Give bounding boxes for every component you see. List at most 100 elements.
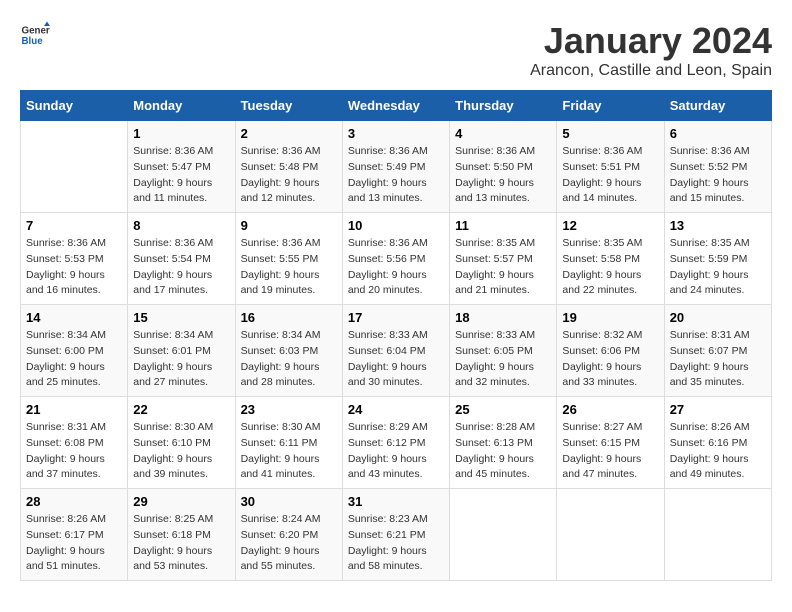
day-number: 2 — [241, 126, 337, 141]
header-day-saturday: Saturday — [664, 91, 771, 121]
calendar-cell: 5Sunrise: 8:36 AM Sunset: 5:51 PM Daylig… — [557, 121, 664, 213]
day-info: Sunrise: 8:27 AM Sunset: 6:15 PM Dayligh… — [562, 420, 658, 483]
calendar-cell: 27 Sunrise: 8:26 AM Sunset: 6:16 PM Dayli… — [664, 397, 771, 489]
svg-text:Blue: Blue — [22, 36, 44, 47]
day-info: Sunrise: 8:36 AM Sunset: 5:53 PM Dayligh… — [26, 236, 122, 299]
day-number: 17 — [348, 310, 444, 325]
calendar-table: SundayMondayTuesdayWednesdayThursdayFrid… — [20, 90, 772, 581]
calendar-cell: 21 Sunrise: 8:31 AM Sunset: 6:08 PM Dayli… — [21, 397, 128, 489]
day-number: 26 — [562, 402, 658, 417]
day-number: 18 — [455, 310, 551, 325]
calendar-cell: 20 Sunrise: 8:31 AM Sunset: 6:07 PM Dayli… — [664, 305, 771, 397]
calendar-cell: 1Sunrise: 8:36 AM Sunset: 5:47 PM Daylig… — [128, 121, 235, 213]
header-day-tuesday: Tuesday — [235, 91, 342, 121]
day-info: Sunrise: 8:31 AM Sunset: 6:07 PM Dayligh… — [670, 328, 766, 391]
calendar-week-2: 7 Sunrise: 8:36 AM Sunset: 5:53 PM Daylig… — [21, 213, 772, 305]
day-number: 15 — [133, 310, 229, 325]
calendar-cell: 28Sunrise: 8:26 AM Sunset: 6:17 PM Dayli… — [21, 489, 128, 581]
svg-text:General: General — [22, 26, 51, 37]
day-info: Sunrise: 8:34 AM Sunset: 6:01 PM Dayligh… — [133, 328, 229, 391]
header-day-thursday: Thursday — [450, 91, 557, 121]
subtitle: Arancon, Castille and Leon, Spain — [530, 62, 772, 80]
day-info: Sunrise: 8:34 AM Sunset: 6:03 PM Dayligh… — [241, 328, 337, 391]
calendar-cell: 7 Sunrise: 8:36 AM Sunset: 5:53 PM Daylig… — [21, 213, 128, 305]
day-number: 7 — [26, 218, 122, 233]
day-number: 3 — [348, 126, 444, 141]
day-number: 31 — [348, 494, 444, 509]
day-info: Sunrise: 8:36 AM Sunset: 5:50 PM Dayligh… — [455, 144, 551, 207]
calendar-cell: 3 Sunrise: 8:36 AM Sunset: 5:49 PM Daylig… — [342, 121, 449, 213]
calendar-header-row: SundayMondayTuesdayWednesdayThursdayFrid… — [21, 91, 772, 121]
day-number: 9 — [241, 218, 337, 233]
day-number: 11 — [455, 218, 551, 233]
calendar-cell: 31 Sunrise: 8:23 AM Sunset: 6:21 PM Dayli… — [342, 489, 449, 581]
day-info: Sunrise: 8:36 AM Sunset: 5:54 PM Dayligh… — [133, 236, 229, 299]
day-info: Sunrise: 8:29 AM Sunset: 6:12 PM Dayligh… — [348, 420, 444, 483]
day-number: 30 — [241, 494, 337, 509]
calendar-cell: 12Sunrise: 8:35 AM Sunset: 5:58 PM Dayli… — [557, 213, 664, 305]
calendar-cell: 29 Sunrise: 8:25 AM Sunset: 6:18 PM Dayli… — [128, 489, 235, 581]
day-number: 25 — [455, 402, 551, 417]
day-info: Sunrise: 8:35 AM Sunset: 5:58 PM Dayligh… — [562, 236, 658, 299]
calendar-week-1: 1Sunrise: 8:36 AM Sunset: 5:47 PM Daylig… — [21, 121, 772, 213]
day-info: Sunrise: 8:36 AM Sunset: 5:49 PM Dayligh… — [348, 144, 444, 207]
title-area: January 2024 Arancon, Castille and Leon,… — [530, 20, 772, 80]
calendar-cell: 14Sunrise: 8:34 AM Sunset: 6:00 PM Dayli… — [21, 305, 128, 397]
logo-icon: General Blue — [20, 20, 50, 50]
header-day-monday: Monday — [128, 91, 235, 121]
day-info: Sunrise: 8:36 AM Sunset: 5:47 PM Dayligh… — [133, 144, 229, 207]
day-info: Sunrise: 8:26 AM Sunset: 6:17 PM Dayligh… — [26, 512, 122, 575]
day-info: Sunrise: 8:23 AM Sunset: 6:21 PM Dayligh… — [348, 512, 444, 575]
calendar-week-3: 14Sunrise: 8:34 AM Sunset: 6:00 PM Dayli… — [21, 305, 772, 397]
calendar-cell: 24 Sunrise: 8:29 AM Sunset: 6:12 PM Dayli… — [342, 397, 449, 489]
day-number: 16 — [241, 310, 337, 325]
day-info: Sunrise: 8:30 AM Sunset: 6:10 PM Dayligh… — [133, 420, 229, 483]
calendar-cell: 26 Sunrise: 8:27 AM Sunset: 6:15 PM Dayli… — [557, 397, 664, 489]
day-info: Sunrise: 8:25 AM Sunset: 6:18 PM Dayligh… — [133, 512, 229, 575]
calendar-week-5: 28Sunrise: 8:26 AM Sunset: 6:17 PM Dayli… — [21, 489, 772, 581]
day-info: Sunrise: 8:36 AM Sunset: 5:56 PM Dayligh… — [348, 236, 444, 299]
day-number: 8 — [133, 218, 229, 233]
calendar-cell: 17 Sunrise: 8:33 AM Sunset: 6:04 PM Dayli… — [342, 305, 449, 397]
calendar-cell — [450, 489, 557, 581]
day-number: 20 — [670, 310, 766, 325]
day-info: Sunrise: 8:26 AM Sunset: 6:16 PM Dayligh… — [670, 420, 766, 483]
day-number: 24 — [348, 402, 444, 417]
calendar-cell: 30 Sunrise: 8:24 AM Sunset: 6:20 PM Dayli… — [235, 489, 342, 581]
day-number: 21 — [26, 402, 122, 417]
logo: General Blue — [20, 20, 50, 50]
calendar-cell: 4Sunrise: 8:36 AM Sunset: 5:50 PM Daylig… — [450, 121, 557, 213]
calendar-cell: 9 Sunrise: 8:36 AM Sunset: 5:55 PM Daylig… — [235, 213, 342, 305]
day-number: 27 — [670, 402, 766, 417]
day-info: Sunrise: 8:36 AM Sunset: 5:55 PM Dayligh… — [241, 236, 337, 299]
calendar-cell: 19Sunrise: 8:32 AM Sunset: 6:06 PM Dayli… — [557, 305, 664, 397]
day-number: 6 — [670, 126, 766, 141]
calendar-cell: 22Sunrise: 8:30 AM Sunset: 6:10 PM Dayli… — [128, 397, 235, 489]
day-info: Sunrise: 8:24 AM Sunset: 6:20 PM Dayligh… — [241, 512, 337, 575]
day-number: 23 — [241, 402, 337, 417]
calendar-cell: 15 Sunrise: 8:34 AM Sunset: 6:01 PM Dayli… — [128, 305, 235, 397]
day-info: Sunrise: 8:32 AM Sunset: 6:06 PM Dayligh… — [562, 328, 658, 391]
day-info: Sunrise: 8:31 AM Sunset: 6:08 PM Dayligh… — [26, 420, 122, 483]
day-info: Sunrise: 8:33 AM Sunset: 6:05 PM Dayligh… — [455, 328, 551, 391]
page-header: General Blue January 2024 Arancon, Casti… — [20, 20, 772, 80]
day-number: 29 — [133, 494, 229, 509]
calendar-cell: 11Sunrise: 8:35 AM Sunset: 5:57 PM Dayli… — [450, 213, 557, 305]
day-info: Sunrise: 8:36 AM Sunset: 5:48 PM Dayligh… — [241, 144, 337, 207]
header-day-wednesday: Wednesday — [342, 91, 449, 121]
calendar-cell: 18 Sunrise: 8:33 AM Sunset: 6:05 PM Dayli… — [450, 305, 557, 397]
calendar-cell: 13 Sunrise: 8:35 AM Sunset: 5:59 PM Dayli… — [664, 213, 771, 305]
day-number: 14 — [26, 310, 122, 325]
day-info: Sunrise: 8:33 AM Sunset: 6:04 PM Dayligh… — [348, 328, 444, 391]
day-number: 13 — [670, 218, 766, 233]
day-info: Sunrise: 8:35 AM Sunset: 5:59 PM Dayligh… — [670, 236, 766, 299]
calendar-cell: 6Sunrise: 8:36 AM Sunset: 5:52 PM Daylig… — [664, 121, 771, 213]
day-info: Sunrise: 8:30 AM Sunset: 6:11 PM Dayligh… — [241, 420, 337, 483]
calendar-cell: 2 Sunrise: 8:36 AM Sunset: 5:48 PM Daylig… — [235, 121, 342, 213]
calendar-cell — [664, 489, 771, 581]
calendar-week-4: 21 Sunrise: 8:31 AM Sunset: 6:08 PM Dayli… — [21, 397, 772, 489]
calendar-cell — [557, 489, 664, 581]
header-day-sunday: Sunday — [21, 91, 128, 121]
calendar-cell: 16 Sunrise: 8:34 AM Sunset: 6:03 PM Dayli… — [235, 305, 342, 397]
day-number: 5 — [562, 126, 658, 141]
